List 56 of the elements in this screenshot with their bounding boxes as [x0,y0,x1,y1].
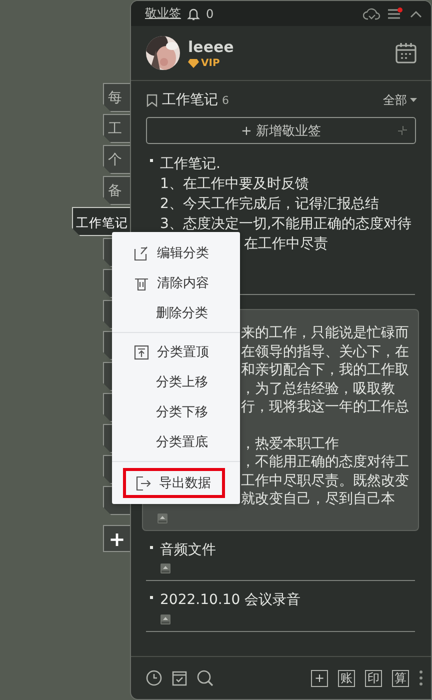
expand-icon [398,126,407,135]
app-title[interactable]: 敬业签 [145,5,181,22]
category-tab[interactable]: 工 [103,114,130,143]
trash-icon [134,276,149,290]
bullet-icon [150,596,153,599]
more-icon[interactable] [419,670,423,686]
search-icon[interactable] [197,670,214,686]
note-text: 和亲切配合下，我的工作取 [241,361,410,380]
export-icon [136,476,151,490]
toolbar-button[interactable]: 账 [338,670,355,686]
edit-icon [134,246,149,260]
category-title: 工作笔记 [162,91,218,109]
note-text: 在领导的指导、关心下，在 [241,342,410,361]
toolbar-button[interactable]: + [311,670,328,686]
bullet-icon [150,546,153,548]
menu-item[interactable]: 清除内容 [116,268,236,298]
chevron-up-icon[interactable] [409,8,423,18]
note-text: ，热爱本职工作 [241,434,340,453]
note-text: 3、态度决定一切,不能用正确的态度对待 [160,215,412,234]
note-text: 2022.10.10 会议录音 [160,591,302,610]
checkbox-calendar-icon[interactable] [172,670,187,686]
new-note-button[interactable]: + 新增敬业签 [146,117,416,144]
note-text: 2、今天工作完成后，记得汇报总结 [160,195,380,214]
filter-dropdown[interactable]: 全部 [383,92,417,108]
toolbar-button[interactable]: 算 [392,670,409,686]
calendar-icon[interactable] [395,42,417,64]
user-name: leeee [188,38,234,56]
note-text: 来的工作，只能说是忙碌而 [241,324,410,342]
cloud-icon[interactable] [363,7,381,20]
note-text: 1、在工作中要及时反馈 [160,175,310,194]
menu-item[interactable]: 编辑分类 [116,238,236,268]
notification-count: 0 [206,6,214,20]
add-tab-button[interactable]: + [103,525,130,552]
note-text: 在工作中尽责 [244,235,329,254]
note-text: ，不能用正确的态度对待工 [241,453,410,472]
vip-label: VIP [201,58,220,68]
note-text: 就改变自己，尽到自己本 [241,490,396,508]
category-tab[interactable]: 每 [103,83,130,112]
caret-icon [410,98,417,102]
menu-icon[interactable] [387,7,403,20]
category-tab[interactable]: 备 [103,176,130,205]
note-text: 工作中尽职尽责。既然改变 [241,472,410,490]
note-text: 行，现将我这一年的工作总 [241,398,410,416]
bookmark-icon [146,94,158,106]
clock-icon[interactable] [146,670,162,686]
toolbar-button[interactable]: 印 [365,670,382,686]
note-text: 工作笔记. [160,155,222,174]
bullet-icon [150,159,153,162]
note-text: ，为了总结经验，吸取教 [241,380,396,398]
diamond-icon [188,58,199,68]
bell-icon [187,6,200,20]
note-text: 音频文件 [160,540,217,559]
category-tab[interactable]: 个 [103,145,130,174]
note-count: 6 [222,94,229,106]
pin-top-icon [134,344,149,360]
category-tab[interactable]: 工作笔记 [72,207,130,236]
